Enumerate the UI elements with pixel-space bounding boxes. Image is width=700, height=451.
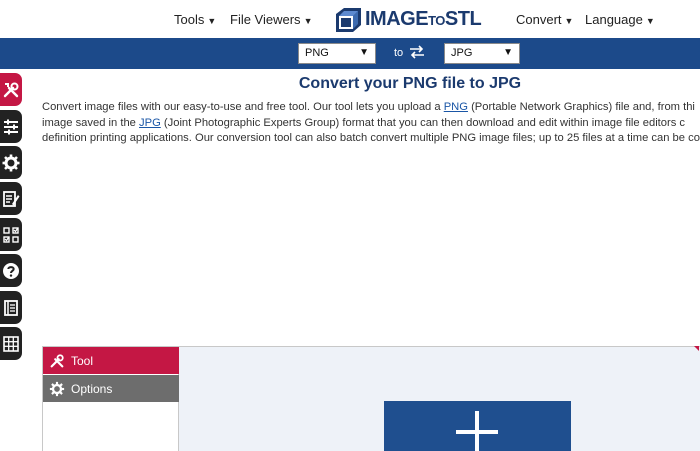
nav-tools-label: Tools — [174, 12, 205, 27]
checklist-icon — [3, 226, 19, 243]
description-line: image saved in the JPG (Joint Photograph… — [42, 116, 686, 129]
tools-icon — [50, 353, 64, 367]
nav-tools[interactable]: Tools ▼ — [174, 12, 216, 27]
sidebar-item-grid[interactable] — [0, 327, 22, 360]
description-line: definition printing applications. Our co… — [42, 132, 700, 144]
tools-icon — [3, 82, 19, 97]
edit-document-icon — [3, 190, 20, 207]
nav-convert-label: Convert — [516, 12, 562, 27]
corner-marker — [694, 346, 699, 351]
top-nav: Tools ▼ File Viewers ▼ IMAGETOSTL Convert ▼… — [0, 0, 700, 38]
nav-convert[interactable]: Convert ▼ — [516, 12, 573, 27]
page: Tools ▼ File Viewers ▼ IMAGETOSTL Convert ▼… — [0, 0, 700, 451]
jpg-link[interactable]: JPG — [139, 117, 161, 129]
panel-tabs: Tool Options — [43, 347, 179, 451]
tab-options-label: Options — [71, 381, 113, 396]
tab-options[interactable]: Options — [43, 375, 179, 402]
chevron-down-icon: ▼ — [207, 16, 217, 26]
cube-logo-icon — [336, 7, 361, 32]
chevron-down-icon: ▼ — [359, 47, 369, 58]
book-icon — [4, 299, 18, 316]
nav-file-viewers-label: File Viewers — [230, 12, 301, 27]
sidebar-item-list-settings[interactable] — [0, 110, 22, 143]
to-format-select[interactable]: JPG ▼ — [444, 43, 520, 64]
logo-text: IMAGETOSTL — [365, 8, 482, 30]
page-title: Convert your PNG file to JPG — [298, 75, 522, 92]
file-drop-zone[interactable] — [179, 347, 700, 451]
tab-tool-label: Tool — [71, 353, 94, 368]
plus-icon — [475, 411, 479, 451]
sidebar-item-edit[interactable] — [0, 182, 22, 215]
to-format-value: JPG — [451, 47, 473, 59]
from-format-select[interactable]: PNG ▼ — [298, 43, 376, 64]
sidebar-item-settings[interactable] — [0, 146, 22, 179]
nav-language[interactable]: Language ▼ — [585, 12, 655, 27]
grid-icon — [3, 335, 19, 352]
to-label: to — [394, 47, 404, 59]
sidebar-item-checklist[interactable] — [0, 218, 22, 251]
png-link[interactable]: PNG — [444, 101, 468, 113]
tool-panel: Tool Options — [42, 346, 700, 451]
sidebar-item-book[interactable] — [0, 291, 22, 324]
nav-language-label: Language — [585, 12, 643, 27]
site-logo[interactable]: IMAGETOSTL — [333, 5, 482, 34]
tab-tool[interactable]: Tool — [43, 347, 179, 374]
description: Convert image files with our easy-to-use… — [42, 100, 700, 147]
gear-icon — [49, 381, 65, 396]
from-format-value: PNG — [305, 47, 329, 59]
help-icon — [3, 262, 19, 279]
add-files-button[interactable] — [384, 401, 571, 451]
chevron-down-icon: ▼ — [503, 47, 513, 58]
chevron-down-icon: ▼ — [645, 16, 655, 26]
sidebar-item-help[interactable] — [0, 254, 22, 287]
chevron-down-icon: ▼ — [303, 16, 313, 26]
list-settings-icon — [4, 119, 18, 134]
chevron-down-icon: ▼ — [564, 16, 574, 26]
description-line: Convert image files with our easy-to-use… — [42, 101, 695, 113]
converter-bar: PNG ▼ to JPG ▼ — [0, 38, 700, 69]
gear-icon — [2, 154, 20, 171]
swap-arrows-icon[interactable] — [409, 45, 425, 59]
nav-file-viewers[interactable]: File Viewers ▼ — [230, 12, 312, 27]
sidebar-item-tools[interactable] — [0, 73, 22, 106]
